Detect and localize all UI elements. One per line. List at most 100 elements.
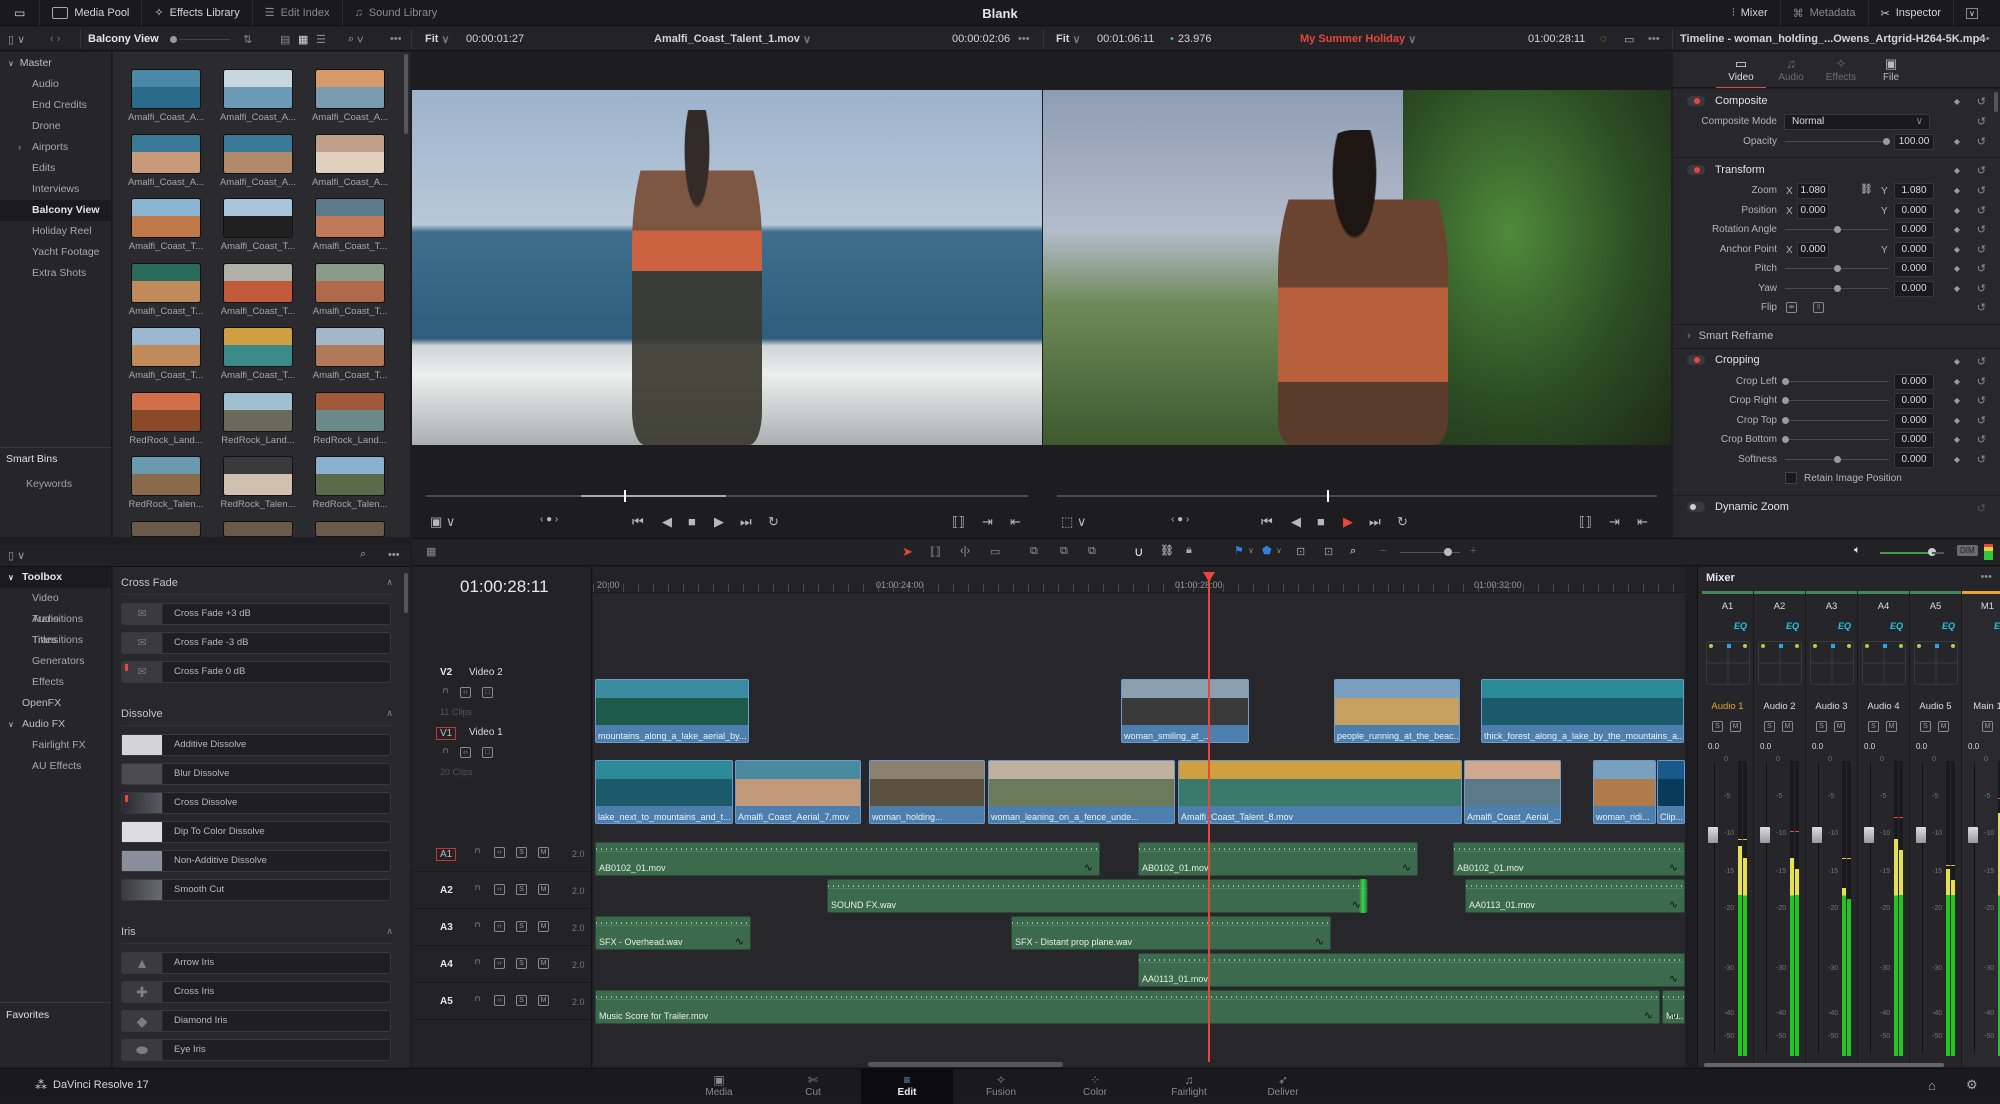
viewer-mode-button[interactable]: ⬚ ∨ (1061, 514, 1086, 530)
reset-icon[interactable]: ↺ (1977, 243, 1986, 256)
bin-item[interactable]: Edits (0, 158, 111, 179)
channel-fader[interactable] (1864, 827, 1874, 843)
timeline-tracks[interactable]: mountains_along_a_lake_aerial_by... woman… (593, 567, 1685, 1067)
grid-view-icon[interactable]: ▦ (298, 27, 308, 51)
effect-item[interactable]: ✉ Cross Fade 0 dB (121, 661, 391, 683)
timeline-view-options-icon[interactable]: ▦ (426, 545, 436, 558)
bin-master[interactable]: ∨ Master (0, 53, 111, 74)
auto-select-icon[interactable]: ‹› (460, 747, 471, 758)
replace-clip-icon[interactable]: ⧉ (1088, 545, 1096, 558)
effect-item[interactable]: Additive Dissolve (121, 734, 391, 756)
effects-tree-item[interactable]: Fairlight FX (0, 735, 111, 756)
auto-select-icon[interactable]: ‹› (494, 995, 505, 1006)
effects-group-header[interactable]: Cross Fade ∧ (121, 573, 393, 595)
mute-button[interactable]: M (1834, 721, 1845, 732)
source-viewer[interactable]: ▣ ∨ ‹ ● › ⏮ ◀ ■ ▶ ⏭ ↻ ⟦⟧ ⇥ ⇤ (412, 52, 1042, 537)
video-clip[interactable]: thick_forest_along_a_lake_by_the_mountai… (1481, 679, 1684, 743)
eq-button[interactable]: EQ (1838, 621, 1851, 631)
mute-button[interactable]: M (538, 958, 549, 969)
dynamic-trim-icon[interactable]: ‹|› (960, 545, 970, 557)
clip-thumbnail[interactable] (223, 391, 293, 432)
crop-top-slider[interactable] (1785, 419, 1889, 421)
dynamic-zoom-toggle[interactable] (1687, 502, 1705, 512)
color-wheel-icon[interactable]: ◌ (1600, 27, 1607, 51)
tab-effects[interactable]: ✧ Effects (1816, 56, 1866, 83)
effects-tree-item[interactable]: Video Transitions (0, 588, 111, 625)
reset-icon[interactable]: ↺ (1977, 375, 1986, 388)
pitch-value[interactable]: 0.000 (1894, 261, 1934, 277)
effects-tree-item[interactable]: Generators (0, 651, 111, 672)
transform-section-header[interactable]: Transform ◆ ↺ (1673, 157, 2000, 181)
effects-tree-item[interactable]: ∨ Audio FX (0, 714, 111, 735)
clip-thumbnail[interactable] (315, 327, 385, 367)
disable-video-icon[interactable]: □ (482, 687, 493, 698)
zoom-x-field[interactable]: 1.080 (1797, 183, 1829, 199)
composite-toggle[interactable] (1687, 95, 1705, 106)
solo-button[interactable]: S (516, 995, 527, 1006)
channel-fader[interactable] (1812, 827, 1822, 843)
solo-button[interactable]: S (1920, 721, 1931, 732)
clip-thumbnail[interactable] (223, 456, 293, 496)
bin-item[interactable]: Drone (0, 116, 111, 137)
softness-value[interactable]: 0.000 (1894, 451, 1934, 468)
mute-button[interactable]: M (538, 921, 549, 932)
effect-item[interactable]: ▲ Arrow Iris (121, 952, 391, 974)
stop-button[interactable]: ■ (688, 514, 696, 529)
clip-thumbnail[interactable] (315, 391, 385, 432)
detail-view-icon[interactable]: ☰ (316, 27, 326, 51)
mark-in-button[interactable]: ⇥ (1609, 514, 1620, 530)
pan-control[interactable] (1862, 641, 1906, 685)
audio-clip[interactable]: AA0113_01.mov ∿ (1465, 879, 1685, 913)
page-tab-cut[interactable]: ✄ Cut (767, 1069, 859, 1104)
cropping-toggle[interactable] (1687, 355, 1705, 365)
track-id-A5[interactable]: A5 (440, 996, 453, 1007)
auto-select-icon[interactable]: ‹› (494, 958, 505, 969)
tab-audio[interactable]: ♫ Audio (1766, 56, 1816, 83)
search-icon[interactable]: ⌕ (360, 548, 366, 561)
collapse-button[interactable]: ∨ (1954, 0, 1990, 26)
reset-icon[interactable]: ↺ (1977, 204, 1986, 217)
audio-clip[interactable]: Music Score for Trailer.mov ∿ (595, 990, 1660, 1024)
track-id-V2[interactable]: V2 (440, 667, 452, 678)
lock-icon[interactable]: ⊓ (440, 687, 451, 698)
clip-thumbnail[interactable] (131, 521, 201, 537)
reset-icon[interactable]: ↺ (1977, 414, 1986, 427)
source-scrub-bar[interactable] (426, 490, 1028, 502)
timeline-viewer[interactable]: ⬚ ∨ ‹ ● › ⏮ ◀ ■ ▶ ⏭ ↻ ⟦⟧ ⇥ ⇤ (1043, 52, 1671, 537)
bin-item[interactable]: Audio (0, 74, 111, 95)
effects-tree-item[interactable]: AU Effects (0, 756, 111, 777)
track-id-A4[interactable]: A4 (440, 959, 453, 970)
auto-select-icon[interactable]: ‹› (460, 687, 471, 698)
eq-button[interactable]: EQ (1942, 621, 1955, 631)
zoom-full-icon[interactable]: ⊡ (1296, 545, 1305, 558)
page-tab-deliver[interactable]: ➶ Deliver (1237, 1069, 1329, 1104)
solo-button[interactable]: S (1712, 721, 1723, 732)
blade-tool-icon[interactable]: ▭ (990, 545, 1000, 558)
crop-bottom-value[interactable]: 0.000 (1894, 432, 1934, 448)
timeline-scrub-bar[interactable] (1057, 490, 1657, 502)
list-view-icon[interactable]: ▤ (280, 27, 290, 51)
effects-group-header[interactable]: Dissolve ∧ (121, 704, 393, 726)
channel-fader[interactable] (1968, 827, 1978, 843)
mute-button[interactable]: M (1982, 721, 1993, 732)
auto-select-icon[interactable]: ‹› (494, 921, 505, 932)
flag-icon[interactable]: ⚑ (1234, 544, 1244, 557)
mark-in-button[interactable]: ⇥ (982, 514, 993, 530)
source-options-icon[interactable]: ••• (1018, 27, 1030, 51)
trim-tool-icon[interactable]: ⟦⟧ (930, 545, 941, 558)
go-to-end-button[interactable]: ⏭ (1369, 514, 1381, 530)
auto-select-icon[interactable]: ‹› (494, 847, 505, 858)
mute-button[interactable]: M (538, 847, 549, 858)
clip-thumbnail[interactable] (223, 133, 293, 174)
clip-thumbnail[interactable] (131, 391, 201, 432)
reset-icon[interactable]: ↺ (1977, 453, 1986, 466)
solo-button[interactable]: S (516, 884, 527, 895)
volume-curve-icon[interactable]: ∿ (1669, 972, 1678, 985)
video-clip[interactable]: Amalfi_Coast_Aerial_7.mov (735, 760, 861, 824)
pan-control[interactable] (1758, 641, 1802, 685)
crop-right-slider[interactable] (1785, 400, 1889, 401)
reset-icon[interactable]: ↺ (1977, 95, 1986, 108)
reset-icon[interactable]: ↺ (1977, 223, 1986, 236)
reset-icon[interactable]: ↺ (1977, 502, 1986, 515)
volume-curve-icon[interactable]: ∿ (1644, 1009, 1653, 1022)
